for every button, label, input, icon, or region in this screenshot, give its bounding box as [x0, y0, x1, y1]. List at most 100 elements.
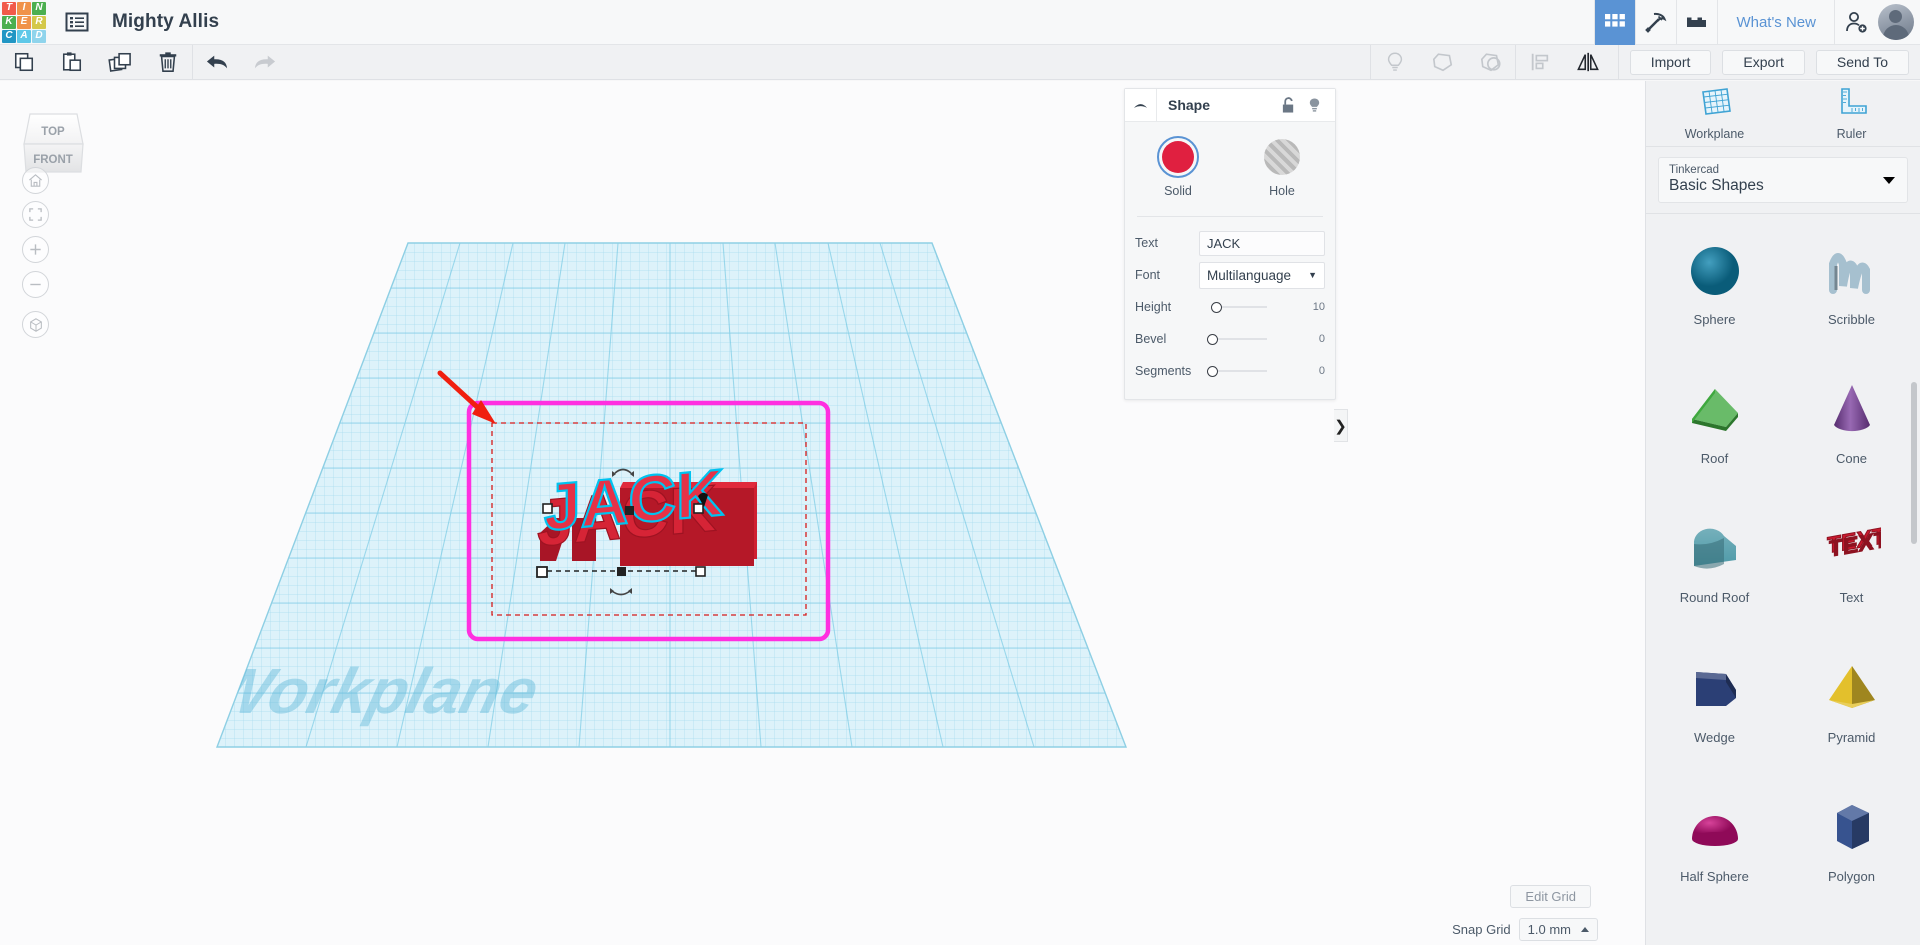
edit-toolbar: Import Export Send To: [0, 45, 1920, 80]
height-slider-label: Height: [1135, 300, 1199, 314]
shape-item-cone[interactable]: Cone: [1783, 357, 1920, 472]
shape-item-sphere[interactable]: Sphere: [1646, 218, 1783, 333]
avatar[interactable]: [1878, 4, 1914, 40]
shapes-sidebar: Workplane Ruler Tinkercad: [1645, 81, 1920, 945]
segments-slider-row: Segments 0: [1135, 355, 1325, 387]
grid-dashboard-icon[interactable]: [1594, 0, 1635, 45]
text-input[interactable]: JACK: [1199, 231, 1325, 256]
segments-slider-knob[interactable]: [1207, 366, 1218, 377]
font-select[interactable]: Multilanguage ▼: [1199, 262, 1325, 289]
height-slider-value: 10: [1297, 301, 1325, 313]
pickaxe-codeblocks-icon[interactable]: [1635, 0, 1676, 45]
solid-color-swatch: [1162, 141, 1194, 173]
3d-canvas[interactable]: Workplane JACK: [0, 81, 1645, 945]
height-slider-knob[interactable]: [1211, 302, 1222, 313]
pyramid-shape: [1823, 650, 1881, 728]
segments-slider-label: Segments: [1135, 364, 1199, 378]
undo-icon[interactable]: [193, 45, 241, 79]
unlock-icon[interactable]: [1275, 97, 1301, 114]
segments-slider[interactable]: [1199, 359, 1297, 384]
shape-item-pyramid[interactable]: Pyramid: [1783, 636, 1920, 751]
light-bulb-icon[interactable]: [1301, 97, 1327, 114]
shape-item-wedge[interactable]: Wedge: [1646, 636, 1783, 751]
logo-tile-t-0: T: [2, 2, 16, 15]
shape-group-icon[interactable]: [1467, 45, 1515, 79]
delete-icon[interactable]: [144, 45, 192, 79]
shape-item-half-sphere[interactable]: Half Sphere: [1646, 775, 1783, 890]
shape-inspector-panel: Shape Sol: [1124, 88, 1336, 400]
snap-grid-select[interactable]: 1.0 mm: [1519, 918, 1598, 941]
zoom-out-icon[interactable]: [22, 271, 49, 298]
orthographic-toggle-icon[interactable]: [22, 311, 49, 338]
avatar-container: [1876, 0, 1920, 45]
invite-person-icon[interactable]: [1834, 0, 1876, 45]
shape-item-round-roof[interactable]: Round Roof: [1646, 496, 1783, 611]
view-cube[interactable]: TOP FRONT: [15, 102, 87, 174]
brick-blocks-icon[interactable]: [1676, 0, 1717, 45]
sidebar-tool-ruler[interactable]: Ruler: [1783, 81, 1920, 146]
hole-mode-button[interactable]: Hole: [1254, 136, 1310, 198]
hole-swatch-ring: [1261, 136, 1303, 178]
list-menu-icon[interactable]: [60, 5, 94, 39]
ruler-icon: [1834, 86, 1870, 123]
half-sphere-shape: [1686, 789, 1744, 867]
sphere-shape: [1686, 232, 1744, 310]
sidebar-scrollbar[interactable]: [1911, 382, 1917, 544]
bevel-slider-knob[interactable]: [1207, 334, 1218, 345]
logo-tile-r-5: R: [32, 16, 46, 29]
height-slider[interactable]: [1199, 295, 1297, 320]
shape-item-text[interactable]: TEXTTEXTText: [1783, 496, 1920, 611]
chevron-right-icon[interactable]: ❯: [1334, 409, 1348, 442]
hole-pattern-swatch: [1264, 139, 1300, 175]
workplane-scene: Workplane JACK: [0, 81, 1645, 945]
light-bulb-icon[interactable]: [1371, 45, 1419, 79]
workplane-watermark: Workplane: [202, 655, 546, 727]
whats-new-link[interactable]: What's New: [1717, 0, 1834, 45]
sidebar-tool-workplane[interactable]: Workplane: [1646, 81, 1783, 146]
shape-item-label: Sphere: [1694, 312, 1736, 327]
shape-item-label: Half Sphere: [1680, 869, 1749, 884]
bevel-slider-label: Bevel: [1135, 332, 1199, 346]
bevel-slider[interactable]: [1199, 327, 1297, 352]
redo-icon[interactable]: [241, 45, 289, 79]
snap-grid-row: Snap Grid 1.0 mm: [1452, 918, 1598, 941]
chevron-up-icon[interactable]: [1125, 89, 1157, 122]
text-shape: TEXTTEXT: [1823, 510, 1881, 588]
send-to-button[interactable]: Send To: [1816, 50, 1909, 75]
panel-divider: [1137, 216, 1323, 217]
solid-mode-button[interactable]: Solid: [1150, 136, 1206, 198]
height-slider-row: Height 10: [1135, 291, 1325, 323]
paste-icon[interactable]: [48, 45, 96, 79]
text-property-row: Text JACK: [1135, 227, 1325, 259]
import-button[interactable]: Import: [1630, 50, 1712, 75]
shape-item-polygon[interactable]: Polygon: [1783, 775, 1920, 890]
shape-grid: SphereScribbleRoofConeRound RoofTEXTTEXT…: [1646, 214, 1920, 914]
shape-outline-icon[interactable]: [1419, 45, 1467, 79]
shape-library-select[interactable]: Tinkercad Basic Shapes: [1658, 157, 1908, 203]
shape-item-scribble[interactable]: Scribble: [1783, 218, 1920, 333]
logo-tile-e-4: E: [17, 16, 31, 29]
sidebar-tool-workplane-label: Workplane: [1685, 127, 1745, 141]
font-property-row: Font Multilanguage ▼: [1135, 259, 1325, 291]
library-name: Basic Shapes: [1669, 177, 1897, 195]
round-roof-shape: [1686, 510, 1744, 588]
shape-item-roof[interactable]: Roof: [1646, 357, 1783, 472]
tinkercad-logo[interactable]: TINKERCAD: [0, 0, 46, 45]
shape-item-label: Cone: [1836, 451, 1867, 466]
fit-to-view-icon[interactable]: [22, 201, 49, 228]
svg-text:TOP: TOP: [41, 126, 65, 138]
mirror-icon[interactable]: [1564, 45, 1612, 79]
sidebar-tools: Workplane Ruler: [1646, 81, 1920, 146]
export-button[interactable]: Export: [1722, 50, 1804, 75]
toolbar-divider: [1618, 45, 1619, 79]
align-icon[interactable]: [1516, 45, 1564, 79]
font-property-label: Font: [1135, 268, 1199, 282]
duplicate-icon[interactable]: [96, 45, 144, 79]
bevel-slider-value: 0: [1297, 333, 1325, 345]
home-view-icon[interactable]: [22, 167, 49, 194]
zoom-in-icon[interactable]: [22, 236, 49, 263]
logo-tile-c-6: C: [2, 30, 16, 43]
edit-grid-button[interactable]: Edit Grid: [1510, 885, 1591, 908]
copy-icon[interactable]: [0, 45, 48, 79]
shape-panel-header: Shape: [1125, 89, 1335, 122]
